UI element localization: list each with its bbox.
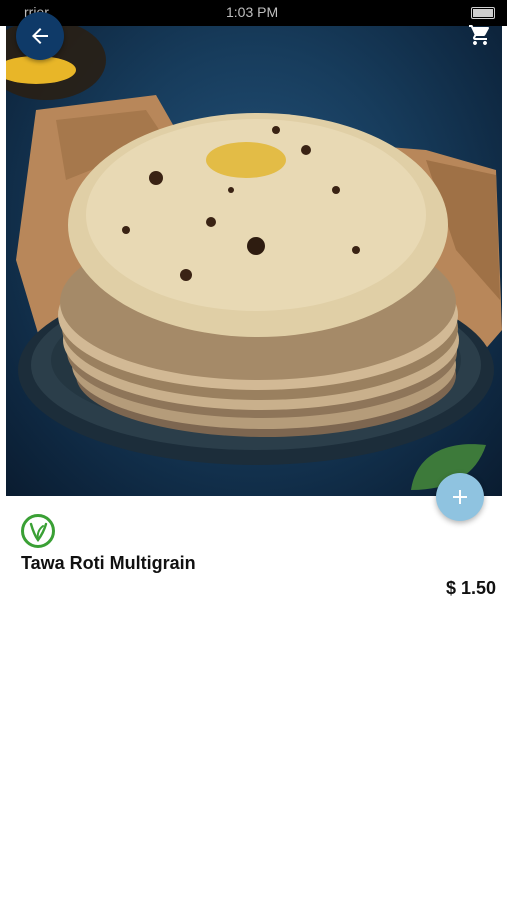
product-image [6,0,502,496]
product-detail-screen: rrier 1:03 PM [0,0,507,900]
product-name: Tawa Roti Multigrain [21,553,196,573]
product-price: $ 1.50 [445,578,496,598]
shopping-cart-icon [469,25,490,45]
status-bar: rrier 1:03 PM [0,0,507,26]
vegetarian-leaf-icon [21,514,55,548]
clock-label: 1:03 PM [226,4,279,20]
arrow-left-icon [32,28,48,44]
add-to-cart-button[interactable] [436,473,484,521]
battery-icon [471,7,495,19]
roti-illustration [6,20,502,490]
plus-icon [453,490,467,504]
cart-button[interactable] [465,20,495,50]
back-button[interactable] [16,12,64,60]
